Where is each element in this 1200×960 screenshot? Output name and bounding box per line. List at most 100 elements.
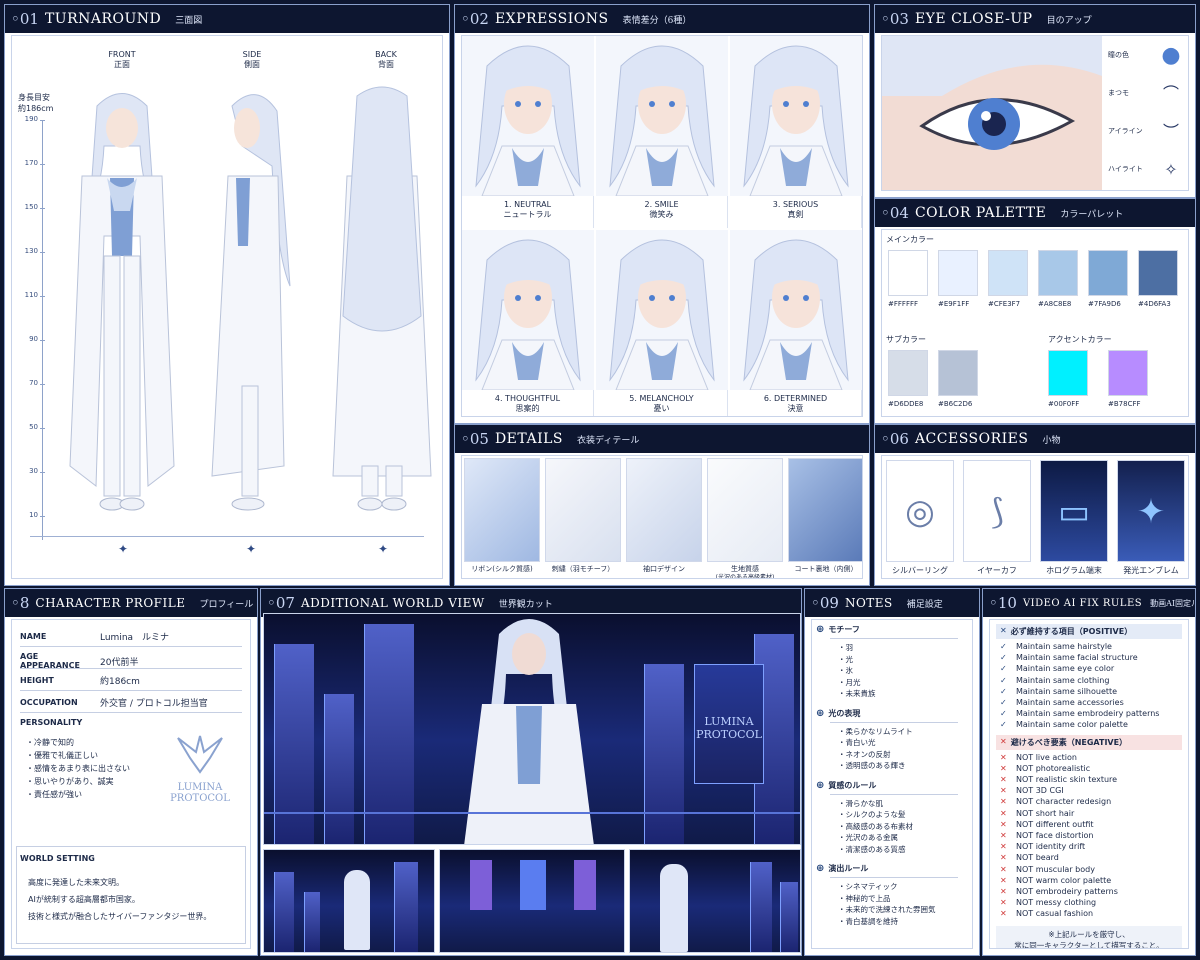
notes-section-title: 質感のルール bbox=[828, 780, 877, 790]
light-icon: ⊕ bbox=[816, 707, 825, 719]
panel-title: TURNAROUND bbox=[44, 11, 162, 27]
cross-icon: ✕ bbox=[1000, 898, 1007, 908]
panel-number: ◦01 bbox=[11, 10, 39, 28]
phoenix-emblem-icon bbox=[177, 735, 223, 774]
height-tick-label: 50 bbox=[29, 423, 38, 431]
sub-color-swatch bbox=[888, 350, 928, 396]
panel-subtitle: 表情差分（6種） bbox=[622, 15, 692, 26]
notes-item: ・柔らかなリムライト bbox=[838, 726, 913, 736]
checkmark-icon: ✓ bbox=[1000, 642, 1007, 651]
personality-item: ・責任感が強い bbox=[26, 790, 82, 799]
notes-item: ・滑らかな肌 bbox=[838, 798, 883, 808]
negative-rule: ✕ NOT live action bbox=[1000, 752, 1178, 763]
rules-body: ✕ 必ず維持する項目（POSITIVE） ✓ Maintain same hairs… bbox=[989, 619, 1189, 949]
rule-text: NOT realistic skin texture bbox=[1016, 775, 1118, 785]
expression-cell: 3. SERIOUS 真剣 bbox=[730, 36, 862, 228]
expression-label-en: 3. SERIOUS bbox=[772, 200, 819, 209]
notes-item: ・シルクのような髪 bbox=[838, 810, 906, 819]
panel-subtitle: 衣装ディテール bbox=[576, 435, 640, 446]
rule-text: Maintain same hairstyle bbox=[1016, 642, 1112, 651]
height-label-title: 身長目安 bbox=[18, 93, 50, 102]
rule-text: Maintain same eye color bbox=[1016, 664, 1115, 674]
panel-title: CHARACTER PROFILE bbox=[35, 596, 186, 610]
expression-label-en: 6. DETERMINED bbox=[763, 394, 828, 403]
panel-number: ◦10 bbox=[989, 594, 1017, 612]
height-tick-mark bbox=[40, 252, 45, 253]
positive-rule: ✓ Maintain same embrodeiry patterns bbox=[1000, 708, 1178, 719]
accent-color-label: アクセントカラー bbox=[1048, 335, 1112, 344]
accent-color-hex: #00F0FF bbox=[1048, 400, 1080, 408]
accessory-caption: ホログラム端末 bbox=[1046, 566, 1102, 575]
panel-subtitle: プロフィール bbox=[199, 599, 254, 610]
panel-number: ◦02 bbox=[461, 10, 489, 28]
height-tick-mark bbox=[40, 120, 45, 121]
rule-text: NOT face distortion bbox=[1016, 831, 1094, 841]
accessory-cell: ✦ 発光エンブレム bbox=[1113, 456, 1188, 578]
height-label: 身長目安 約186cm bbox=[18, 92, 53, 114]
checkmark-icon: ✓ bbox=[1000, 698, 1007, 708]
panel-title: ADDITIONAL WORLD VIEW bbox=[300, 596, 485, 610]
divider bbox=[830, 793, 958, 795]
tower bbox=[304, 892, 320, 952]
notes-item: ・光沢のある金属 bbox=[838, 833, 898, 842]
height-tick-label: 70 bbox=[29, 379, 38, 387]
panel-number: ◦09 bbox=[811, 594, 839, 612]
expression-cell: 5. MELANCHOLY 憂い bbox=[596, 230, 728, 416]
rule-text: NOT 3D CGI bbox=[1016, 786, 1064, 796]
positive-heading: ✕ 必ず維持する項目（POSITIVE） bbox=[996, 624, 1182, 639]
cross-icon: ✕ bbox=[1000, 864, 1007, 874]
cross-icon: ✕ bbox=[1000, 736, 1007, 746]
notes-body: ⊕ モチーフ ・羽 ・光 ・氷 ・月光 ・未来貴族 ⊕ 光の表現 ・柔らかなリムライト ・青白い光・… bbox=[811, 619, 973, 949]
world-main-cut: LUMINA PROTOCOL bbox=[263, 613, 801, 845]
height-tick-mark bbox=[40, 296, 45, 297]
star-ornament: ✦ bbox=[246, 542, 257, 556]
cross-icon: ✕ bbox=[1000, 775, 1007, 785]
negative-rule: ✕ NOT realistic skin texture bbox=[1000, 774, 1178, 785]
notes-item: ・氷 bbox=[838, 666, 853, 675]
profile-panel: ◦8 CHARACTER PROFILE プロフィール NAME Lumina ル… bbox=[4, 588, 258, 956]
negative-rule: ✕ NOT identity drift bbox=[1000, 841, 1178, 852]
notes-section-heading: ⊕ 演出ルール bbox=[816, 863, 966, 874]
notes-section-heading: ⊕ 質感のルール bbox=[816, 780, 966, 791]
notes-item: ・月光 bbox=[838, 677, 861, 687]
texture-icon: ⊕ bbox=[816, 779, 825, 791]
details-row: リボン(シルク質感) 刺繍（羽モチーフ） 袖口デザイン 生地質感 (光沢のある高級素材)… bbox=[461, 455, 863, 579]
expression-portrait bbox=[596, 36, 728, 196]
expression-cell: 2. SMILE 微笑み bbox=[596, 36, 728, 228]
height-tick-mark bbox=[40, 164, 45, 165]
height-tick-label: 170 bbox=[24, 159, 38, 167]
divider bbox=[830, 638, 958, 639]
negative-rule: ✕ NOT warm color palette bbox=[1000, 875, 1178, 886]
turnaround-header: ◦01 TURNAROUND 三面図 bbox=[5, 5, 449, 33]
profile-name-row: NAME Lumina ルミナ bbox=[20, 630, 242, 643]
height-tick-mark bbox=[40, 472, 45, 473]
profile-key: WORLD SETTING bbox=[20, 854, 95, 863]
height-label-value: 約186cm bbox=[18, 104, 54, 113]
height-tick-label: 90 bbox=[29, 335, 38, 343]
motif-icon: ⊕ bbox=[816, 624, 825, 635]
accent-color-swatch bbox=[1048, 350, 1088, 396]
divider bbox=[830, 877, 958, 878]
expression-label-jp: 真剣 bbox=[787, 210, 804, 219]
world-sub-cut-3 bbox=[629, 849, 801, 953]
detail-caption-sub: (光沢のある高級素材) bbox=[715, 574, 775, 579]
height-tick-label: 130 bbox=[24, 247, 38, 255]
negative-rule: ✕ NOT face distortion bbox=[1000, 830, 1178, 841]
lumina-logo: LUMINA PROTOCOL bbox=[160, 728, 240, 804]
rule-text: NOT beard bbox=[1016, 853, 1059, 863]
rules-panel: ◦10 VIDEO AI FIX RULES 動画AI固定ルール ✕必ず維持する… bbox=[982, 588, 1196, 956]
profile-body: NAME Lumina ルミナ AGE APPEARANCE 20代前半 HEIGH… bbox=[11, 619, 251, 949]
eye-legend-label: 瞳の色 bbox=[1108, 51, 1129, 59]
panel-subtitle: 三面図 bbox=[175, 15, 203, 26]
checkmark-icon: ✓ bbox=[1000, 653, 1007, 663]
rule-text: Maintain same accessories bbox=[1016, 698, 1124, 708]
expression-cell: 4. THOUGHTFUL 思案的 bbox=[462, 230, 594, 416]
eye-closeup-image bbox=[882, 36, 1102, 190]
expressions-panel: ◦02 EXPRESSIONS 表情差分（6種） 1. NEUTRAL ニュートラ… bbox=[454, 4, 870, 424]
lumina-sign: LUMINA PROTOCOL bbox=[694, 664, 764, 784]
highlight-icon: ✧ bbox=[1164, 160, 1178, 179]
side-view-figure bbox=[211, 94, 291, 511]
detail-caption: 袖口デザイン bbox=[643, 565, 685, 573]
rule-text: NOT different outfit bbox=[1016, 819, 1094, 829]
cross-icon: ✕ bbox=[1000, 875, 1007, 885]
